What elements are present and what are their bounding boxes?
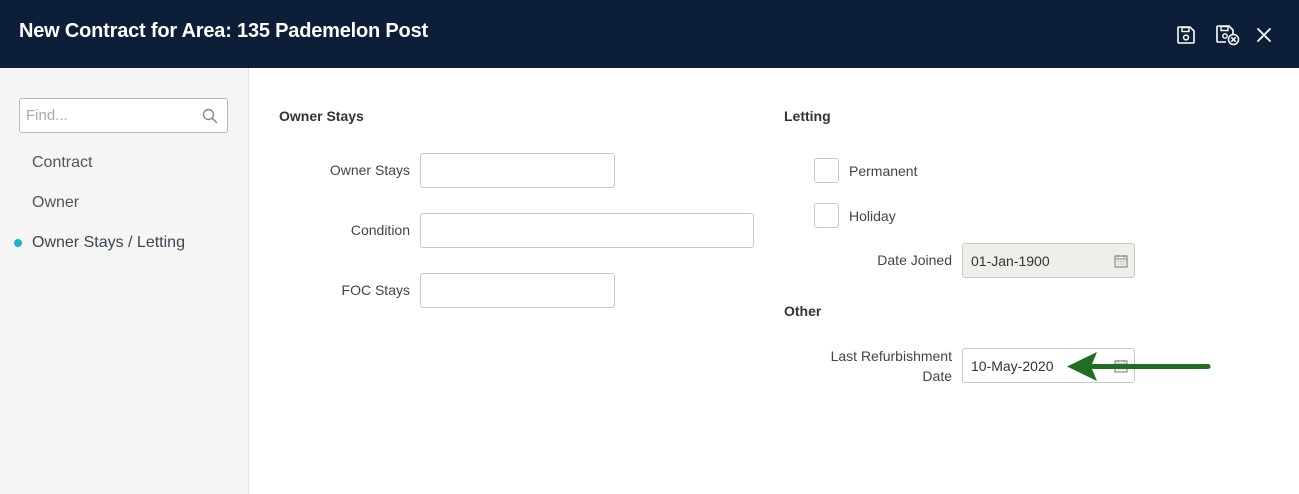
last-refurbishment-label-line1: Last Refurbishment (830, 348, 952, 364)
foc-stays-input[interactable] (420, 273, 615, 308)
search-icon[interactable] (202, 108, 218, 124)
letting-section-title: Letting (784, 108, 831, 124)
condition-label: Condition (350, 222, 410, 238)
window-title: New Contract for Area: 135 Pademelon Pos… (19, 20, 428, 42)
permanent-checkbox[interactable] (814, 158, 839, 183)
holiday-checkbox[interactable] (814, 203, 839, 228)
close-icon (1257, 28, 1271, 42)
active-indicator (14, 239, 22, 247)
permanent-label: Permanent (849, 163, 918, 179)
last-refurbishment-date-value: 10-May-2020 (971, 358, 1054, 374)
sidebar: Contract Owner Owner Stays / Letting (0, 68, 249, 494)
last-refurbishment-label-line2: Date (922, 368, 952, 384)
date-joined-label: Date Joined (877, 252, 952, 268)
owner-stays-input[interactable] (420, 153, 615, 188)
save-and-close-button[interactable] (1215, 24, 1241, 46)
other-section-title: Other (784, 303, 822, 319)
holiday-label: Holiday (849, 208, 896, 224)
foc-stays-label: FOC Stays (341, 282, 410, 298)
last-refurbishment-label: Last Refurbishment Date (790, 346, 952, 386)
floppy-disk-icon (1177, 26, 1195, 44)
sidebar-item-contract[interactable]: Contract (32, 154, 92, 172)
save-button[interactable] (1175, 24, 1197, 46)
find-input[interactable] (20, 99, 195, 132)
owner-stays-label: Owner Stays (329, 162, 410, 178)
find-box (19, 98, 228, 133)
floppy-disk-close-icon (1216, 25, 1240, 46)
window-header: New Contract for Area: 135 Pademelon Pos… (0, 0, 1299, 68)
calendar-icon (1114, 255, 1128, 268)
sidebar-item-owner-stays-letting[interactable]: Owner Stays / Letting (32, 234, 185, 252)
date-joined-field: 01-Jan-1900 (962, 243, 1135, 278)
sidebar-item-owner[interactable]: Owner (32, 194, 79, 212)
close-button[interactable] (1253, 24, 1275, 46)
condition-input[interactable] (420, 213, 754, 248)
owner-stays-section-title: Owner Stays (279, 108, 364, 124)
annotation-arrow-icon (1067, 352, 1211, 381)
date-joined-value: 01-Jan-1900 (971, 253, 1050, 269)
